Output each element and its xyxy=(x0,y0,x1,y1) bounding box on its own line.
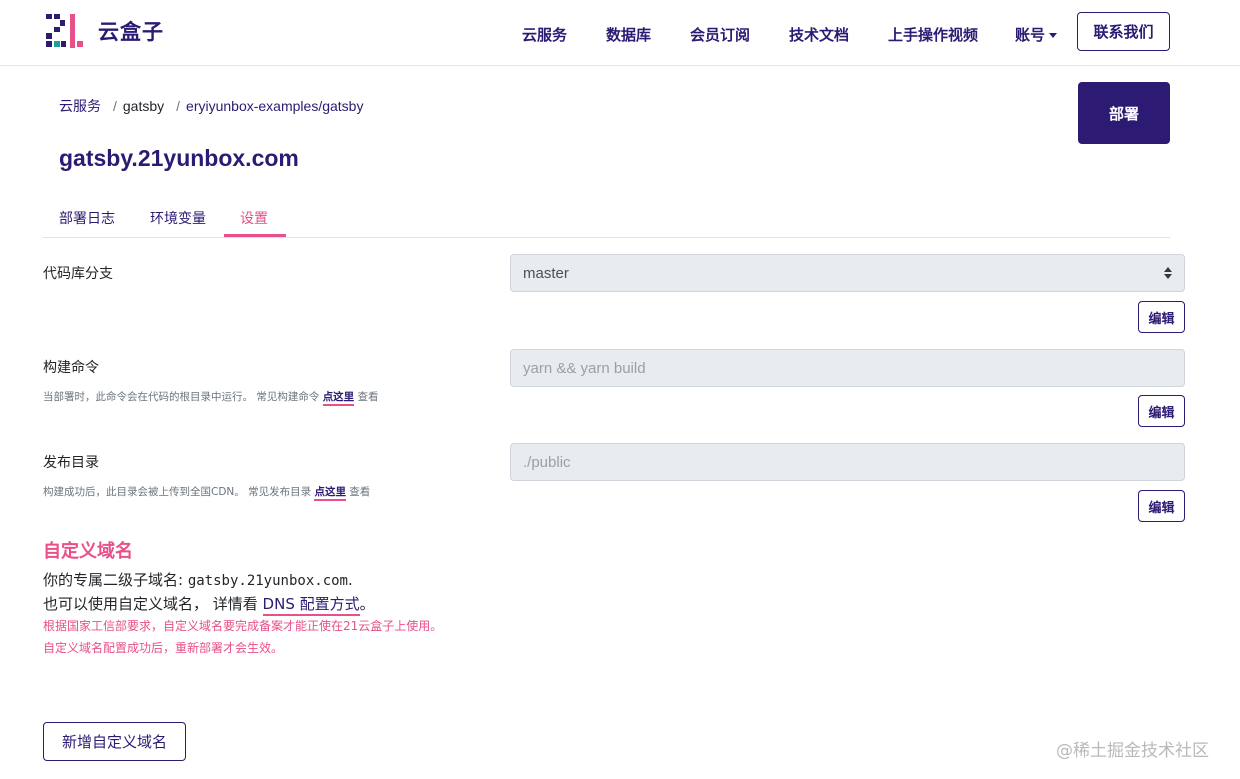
breadcrumb-separator: / xyxy=(113,98,117,114)
dns-config-link[interactable]: DNS 配置方式 xyxy=(262,595,360,616)
build-help-suffix: 查看 xyxy=(357,391,379,403)
tab-settings[interactable]: 设置 xyxy=(240,208,268,228)
branch-select-value: master xyxy=(523,264,569,282)
build-help-text: 当部署时，此命令会在代码的根目录中运行。 常见构建命令 xyxy=(43,391,320,403)
tab-deploy-logs[interactable]: 部署日志 xyxy=(59,208,115,228)
branch-edit-button[interactable]: 编辑 xyxy=(1138,301,1185,333)
select-arrows-icon xyxy=(1164,267,1172,281)
active-tab-indicator xyxy=(224,234,286,237)
breadcrumb-separator: / xyxy=(176,98,181,114)
breadcrumb-item-services[interactable]: 云服务 xyxy=(59,98,101,114)
publish-dir-placeholder: ./public xyxy=(523,453,571,471)
watermark: @稀土掘金技术社区 xyxy=(1056,741,1209,761)
build-command-edit-button[interactable]: 编辑 xyxy=(1138,395,1185,427)
page-title: gatsby.21yunbox.com xyxy=(59,145,299,171)
custom-domain-line: 也可以使用自定义域名， 详情看 DNS 配置方式。 xyxy=(43,593,375,616)
logo-icon xyxy=(46,14,83,48)
publish-dir-edit-button[interactable]: 编辑 xyxy=(1138,490,1185,522)
filing-warning: 根据国家工信部要求，自定义域名要完成备案才能正使在21云盒子上使用。 xyxy=(43,619,443,633)
nav-account-label: 账号 xyxy=(1015,26,1046,44)
deploy-button[interactable]: 部署 xyxy=(1078,82,1170,144)
logo[interactable]: 云盒子 xyxy=(46,14,164,48)
tab-bar: 部署日志 环境变量 设置 xyxy=(43,198,1170,238)
breadcrumb-item-repo[interactable]: eryiyunbox-examples/gatsby xyxy=(186,98,363,114)
publish-dir-help: 构建成功后，此目录会被上传到全国CDN。 常见发布目录 点这里 查看 xyxy=(43,484,371,501)
build-command-label: 构建命令 xyxy=(43,360,99,376)
nav-cloud-services[interactable]: 云服务 xyxy=(522,24,567,45)
publish-dir-label: 发布目录 xyxy=(43,455,99,471)
publish-dir-input[interactable]: ./public xyxy=(510,443,1185,481)
redeploy-warning: 自定义域名配置成功后，重新部署才会生效。 xyxy=(43,641,284,655)
subdomain-value: gatsby.21yunbox.com xyxy=(187,573,348,589)
subdomain-prefix: 你的专属二级子域名: xyxy=(43,571,188,589)
subdomain-suffix: . xyxy=(347,571,353,589)
branch-label: 代码库分支 xyxy=(43,266,113,282)
contact-us-button[interactable]: 联系我们 xyxy=(1077,12,1170,51)
nav-videos[interactable]: 上手操作视频 xyxy=(888,24,978,45)
build-command-input[interactable]: yarn && yarn build xyxy=(510,349,1185,387)
nav-membership[interactable]: 会员订阅 xyxy=(690,24,750,45)
build-command-placeholder: yarn && yarn build xyxy=(523,359,646,377)
subdomain-line: 你的专属二级子域名: gatsby.21yunbox.com. xyxy=(43,569,353,590)
nav-docs[interactable]: 技术文档 xyxy=(789,24,849,45)
nav-account[interactable]: 账号 xyxy=(1015,24,1058,45)
branch-select[interactable]: master xyxy=(510,254,1185,292)
publish-help-text: 构建成功后，此目录会被上传到全国CDN。 常见发布目录 xyxy=(43,486,312,498)
nav-database[interactable]: 数据库 xyxy=(606,24,651,45)
custom-domain-title: 自定义域名 xyxy=(43,541,133,562)
custom-domain-suffix: 。 xyxy=(359,595,375,613)
tab-env-vars[interactable]: 环境变量 xyxy=(150,208,206,228)
breadcrumb: 云服务 / gatsby / eryiyunbox-examples/gatsby xyxy=(59,96,369,116)
publish-help-suffix: 查看 xyxy=(349,486,371,498)
chevron-down-icon xyxy=(1049,33,1058,38)
brand-name: 云盒子 xyxy=(98,20,164,44)
add-custom-domain-button[interactable]: 新增自定义域名 xyxy=(43,722,186,761)
top-header: 云盒子 云服务 数据库 会员订阅 技术文档 上手操作视频 账号 联系我们 xyxy=(0,0,1240,66)
breadcrumb-item-project: gatsby xyxy=(122,98,165,114)
publish-help-link[interactable]: 点这里 xyxy=(314,486,346,501)
build-help-link[interactable]: 点这里 xyxy=(322,391,355,406)
build-command-help: 当部署时，此命令会在代码的根目录中运行。 常见构建命令 点这里 查看 xyxy=(43,389,379,406)
custom-domain-prefix: 也可以使用自定义域名， 详情看 xyxy=(43,595,263,613)
